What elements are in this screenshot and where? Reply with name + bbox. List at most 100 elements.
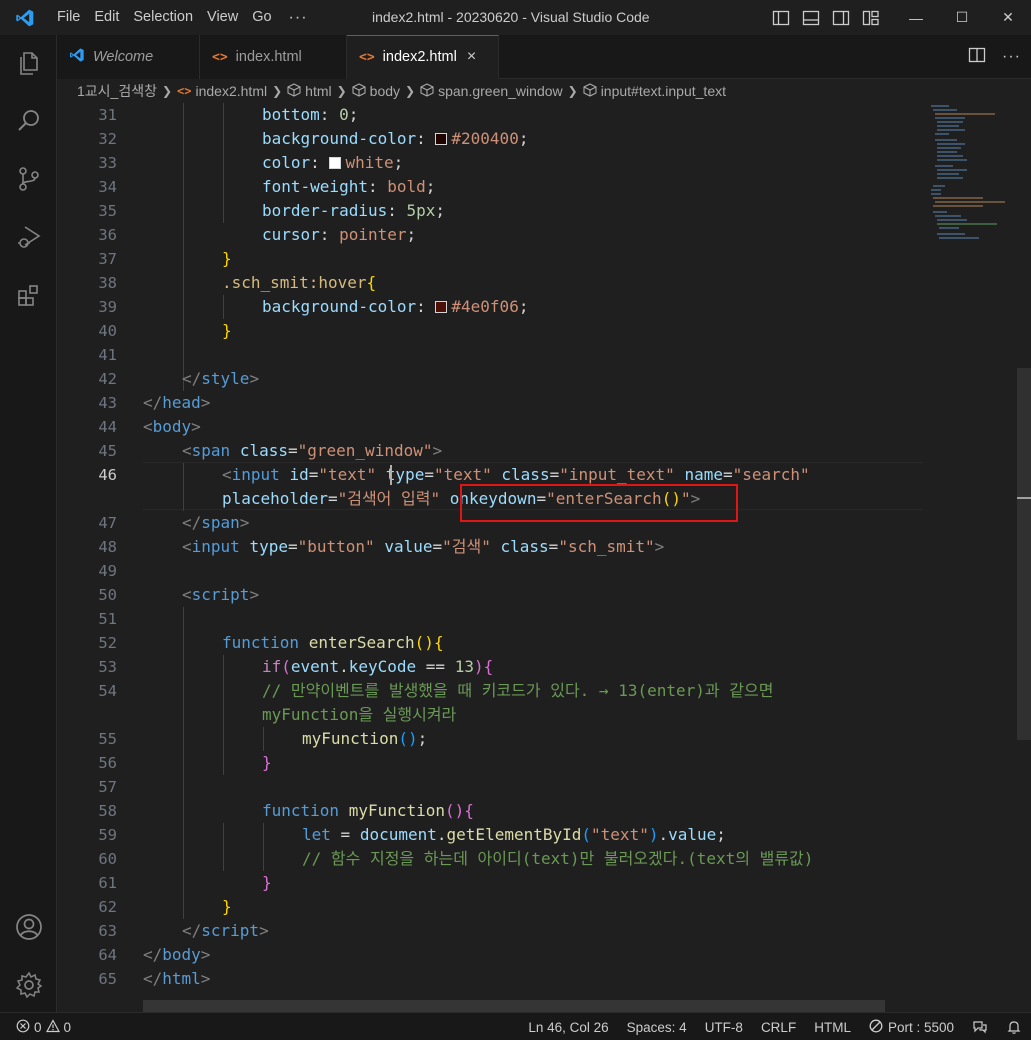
- error-icon: [16, 1019, 30, 1036]
- cursor-position[interactable]: Ln 46, Col 26: [519, 1020, 617, 1035]
- breadcrumb-span[interactable]: span.green_window: [438, 83, 563, 99]
- horizontal-scrollbar[interactable]: [143, 1000, 885, 1012]
- indent-guide: [223, 103, 224, 223]
- code-line: }: [222, 249, 232, 268]
- line-number-current: 46: [98, 466, 117, 484]
- toggle-primary-sidebar-icon[interactable]: [772, 9, 790, 27]
- source-control-icon[interactable]: [0, 155, 57, 203]
- line-number: 31: [98, 106, 117, 124]
- chevron-right-icon: ❯: [567, 84, 578, 98]
- line-number: 58: [98, 802, 117, 820]
- code-line: }: [262, 753, 272, 772]
- code-line: myFunction();: [302, 729, 428, 748]
- html-file-icon: <>: [359, 49, 375, 65]
- menu-file[interactable]: File: [50, 0, 87, 35]
- live-server-port[interactable]: Port : 5500: [860, 1019, 963, 1036]
- code-line: </span>: [182, 513, 250, 532]
- line-number: 57: [98, 778, 117, 796]
- breadcrumb-folder[interactable]: 1교시_검색창: [77, 81, 157, 101]
- line-number: 63: [98, 922, 117, 940]
- line-number: 51: [98, 610, 117, 628]
- color-swatch[interactable]: [435, 301, 448, 313]
- code-line: }: [222, 321, 232, 340]
- breadcrumb-file[interactable]: index2.html: [196, 83, 268, 99]
- minimap[interactable]: [927, 103, 1017, 243]
- element-cube-icon: [583, 82, 597, 100]
- code-comment-wrapped: myFunction을 실행시켜라: [262, 705, 457, 724]
- title-bar: File Edit Selection View Go ··· index2.h…: [0, 0, 1031, 35]
- extensions-icon[interactable]: [0, 271, 57, 319]
- indent-guide: [223, 823, 224, 871]
- run-debug-icon[interactable]: [0, 213, 57, 261]
- code-line: </head>: [143, 393, 211, 412]
- tab-index-html[interactable]: <> index.html: [200, 35, 347, 79]
- breadcrumb-html[interactable]: html: [305, 83, 331, 99]
- tab-welcome[interactable]: Welcome: [57, 35, 200, 79]
- indent-guide: [183, 463, 184, 511]
- color-swatch[interactable]: [329, 157, 342, 169]
- scrollbar-cursor-marker: [1017, 497, 1031, 499]
- code-comment: // 함수 지정을 하는데 아이디(text)만 불러오겠다.(text의 밸류…: [302, 849, 814, 868]
- menu-edit[interactable]: Edit: [87, 0, 126, 35]
- search-icon[interactable]: [0, 97, 57, 145]
- line-number: 54: [98, 682, 117, 700]
- window-title: index2.html - 20230620 - Visual Studio C…: [372, 9, 650, 25]
- accounts-icon[interactable]: [0, 903, 57, 951]
- code-line: </html>: [143, 969, 211, 988]
- code-line: <body>: [143, 417, 201, 436]
- split-editor-icon[interactable]: [968, 46, 986, 69]
- menu-go[interactable]: Go: [245, 0, 278, 35]
- code-line: border-radius: 5px;: [262, 201, 446, 220]
- customize-layout-icon[interactable]: [862, 9, 880, 27]
- code-line: <input type="button" value="검색" class="s…: [182, 537, 665, 556]
- html-file-icon: <>: [177, 84, 192, 98]
- code-editor[interactable]: 31 32 33 34 35 36 37 38 39 40 41 42 43 4…: [57, 103, 1031, 1012]
- line-number: 32: [98, 130, 117, 148]
- breadcrumb-body[interactable]: body: [370, 83, 400, 99]
- minimize-button[interactable]: —: [893, 0, 939, 35]
- indent-guide: [183, 103, 184, 391]
- line-number: 62: [98, 898, 117, 916]
- indentation-setting[interactable]: Spaces: 4: [618, 1020, 696, 1035]
- notifications-bell-icon[interactable]: [997, 1019, 1031, 1035]
- eol-setting[interactable]: CRLF: [752, 1020, 805, 1035]
- breadcrumb-input[interactable]: input#text.input_text: [601, 83, 726, 99]
- code-line: font-weight: bold;: [262, 177, 436, 196]
- element-cube-icon: [420, 82, 434, 100]
- language-mode[interactable]: HTML: [805, 1020, 860, 1035]
- tab-index2-html[interactable]: <> index2.html ×: [347, 35, 499, 79]
- menu-view[interactable]: View: [200, 0, 245, 35]
- maximize-button[interactable]: ☐: [939, 0, 985, 35]
- menu-more-button[interactable]: ···: [279, 0, 318, 35]
- code-line: }: [222, 897, 232, 916]
- line-number: 37: [98, 250, 117, 268]
- problems-indicator[interactable]: 0 0: [16, 1013, 71, 1040]
- code-line: .sch_smit:hover{: [222, 273, 377, 292]
- vscode-logo-icon[interactable]: [0, 0, 50, 35]
- color-swatch[interactable]: [435, 133, 448, 145]
- port-label: Port : 5500: [887, 1019, 954, 1035]
- status-bar: 0 0 Ln 46, Col 26 Spaces: 4 UTF-8 CRLF H…: [0, 1012, 1031, 1040]
- menu-selection[interactable]: Selection: [126, 0, 200, 35]
- code-comment: // 만약이벤트를 발생했을 때 키코드가 있다. → 13(enter)과 같…: [262, 681, 774, 700]
- line-number: 61: [98, 874, 117, 892]
- feedback-icon[interactable]: [963, 1019, 997, 1035]
- explorer-icon[interactable]: [0, 39, 57, 87]
- code-line: color: white;: [262, 153, 404, 172]
- vscode-logo-icon: [69, 47, 85, 67]
- manage-gear-icon[interactable]: [0, 961, 57, 1009]
- close-window-button[interactable]: ✕: [985, 0, 1031, 35]
- editor-tab-bar: Welcome <> index.html <> index2.html × ·…: [57, 35, 1031, 79]
- indent-guide: [183, 607, 184, 919]
- indent-guide: [223, 655, 224, 775]
- more-actions-icon[interactable]: ···: [1002, 48, 1021, 66]
- element-cube-icon: [287, 82, 301, 100]
- toggle-secondary-sidebar-icon[interactable]: [832, 9, 850, 27]
- close-tab-icon[interactable]: ×: [467, 48, 476, 66]
- encoding-setting[interactable]: UTF-8: [696, 1020, 752, 1035]
- vertical-scrollbar[interactable]: [1017, 368, 1031, 740]
- toggle-panel-icon[interactable]: [802, 9, 820, 27]
- line-number: 53: [98, 658, 117, 676]
- red-annotation-box: [460, 484, 738, 522]
- code-line: }: [262, 873, 272, 892]
